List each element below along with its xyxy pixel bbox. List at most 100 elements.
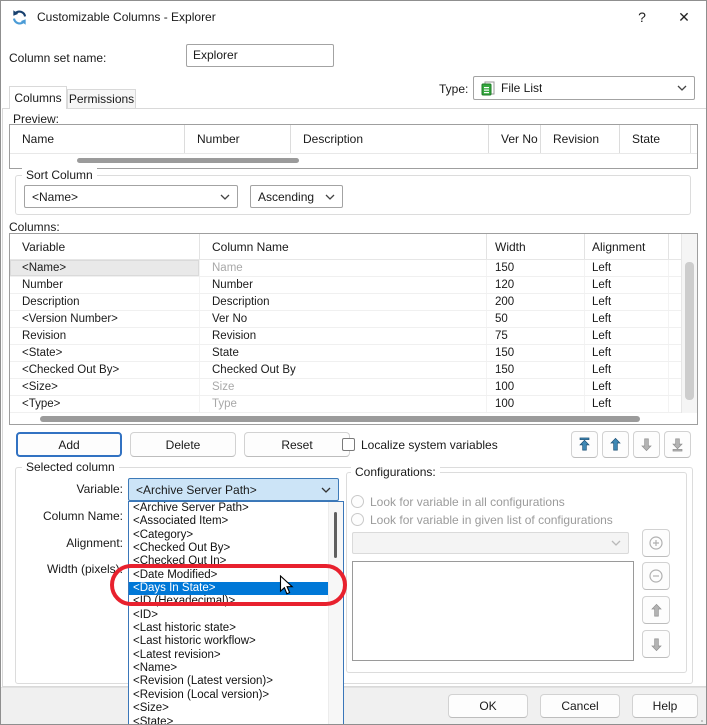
dropdown-item[interactable]: <Associated Item> xyxy=(129,515,328,528)
dropdown-scrollbar[interactable] xyxy=(328,502,343,725)
table-vscroll-thumb[interactable] xyxy=(685,262,694,400)
minus-circle-icon xyxy=(648,568,664,584)
configurations-listbox[interactable] xyxy=(352,561,634,661)
help-button[interactable]: Help xyxy=(632,694,698,718)
cell-alignment: Left xyxy=(585,294,669,310)
cell-column-name: Name xyxy=(200,260,487,276)
dropdown-item[interactable]: <Size> xyxy=(129,702,328,715)
cell-width: 100 xyxy=(487,396,585,412)
table-row[interactable]: Number Number 120 Left xyxy=(10,277,697,294)
radio-list-configurations[interactable] xyxy=(351,513,364,526)
localize-checkbox[interactable] xyxy=(342,438,355,451)
cell-variable: <Size> xyxy=(10,379,200,395)
app-sync-icon xyxy=(11,9,28,31)
cell-alignment: Left xyxy=(585,311,669,327)
columns-label: Columns: xyxy=(9,220,60,234)
resize-grip-icon[interactable] xyxy=(694,714,704,725)
dropdown-item[interactable]: <State> xyxy=(129,716,328,725)
table-row[interactable]: <State> State 150 Left xyxy=(10,345,697,362)
cell-column-name: Description xyxy=(200,294,487,310)
add-button[interactable]: Add xyxy=(16,432,122,457)
preview-col-number[interactable]: Number xyxy=(185,125,291,153)
header-alignment[interactable]: Alignment xyxy=(585,234,669,259)
dropdown-item[interactable]: <ID> xyxy=(129,609,328,622)
sort-column-group: Sort Column <Name> Ascending xyxy=(15,175,691,215)
preview-col-verno[interactable]: Ver No xyxy=(489,125,541,153)
tab-columns[interactable]: Columns xyxy=(9,86,67,109)
column-set-name-input[interactable]: Explorer xyxy=(186,44,334,67)
add-configuration-button[interactable] xyxy=(642,529,670,557)
table-row[interactable]: <Size> Size 100 Left xyxy=(10,379,697,396)
cancel-button[interactable]: Cancel xyxy=(540,694,620,718)
header-column-name[interactable]: Column Name xyxy=(200,234,487,259)
preview-col-name[interactable]: Name xyxy=(10,125,185,153)
sort-column-combobox[interactable]: <Name> xyxy=(24,185,238,208)
cell-column-name: Ver No xyxy=(200,311,487,327)
table-vscrollbar[interactable] xyxy=(681,234,697,413)
move-up-button[interactable] xyxy=(602,431,629,458)
cell-width: 150 xyxy=(487,345,585,361)
table-row[interactable]: <Type> Type 100 Left xyxy=(10,396,697,413)
header-width[interactable]: Width xyxy=(487,234,585,259)
dropdown-item[interactable]: <Name> xyxy=(129,662,328,675)
dropdown-item[interactable]: <Last historic workflow> xyxy=(129,635,328,648)
table-row[interactable]: Description Description 200 Left xyxy=(10,294,697,311)
move-down-button[interactable] xyxy=(633,431,660,458)
tab-permissions[interactable]: Permissions xyxy=(67,89,136,108)
dropdown-item[interactable]: <Archive Server Path> xyxy=(129,502,328,515)
variable-dropdown-list: <Archive Server Path> <Associated Item> … xyxy=(128,501,344,725)
cell-alignment: Left xyxy=(585,396,669,412)
preview-col-description[interactable]: Description xyxy=(291,125,489,153)
cell-width: 100 xyxy=(487,379,585,395)
table-hscroll-thumb[interactable] xyxy=(40,416,640,422)
preview-header-row: Name Number Description Ver No Revision … xyxy=(10,125,697,154)
move-to-top-button[interactable] xyxy=(571,431,598,458)
arrow-to-bottom-icon xyxy=(670,437,685,452)
configuration-up-button[interactable] xyxy=(642,596,670,624)
chevron-down-icon xyxy=(677,85,687,91)
dropdown-item[interactable]: <Last historic state> xyxy=(129,622,328,635)
dropdown-item[interactable]: <Revision (Local version)> xyxy=(129,689,328,702)
move-to-bottom-button[interactable] xyxy=(664,431,691,458)
type-combobox[interactable]: File List xyxy=(473,76,695,100)
close-button[interactable]: ✕ xyxy=(667,1,701,33)
dialog-footer: OK Cancel Help xyxy=(1,687,707,725)
dropdown-item[interactable]: <Latest revision> xyxy=(129,649,328,662)
dropdown-item[interactable]: <Category> xyxy=(129,529,328,542)
cell-width: 150 xyxy=(487,260,585,276)
table-hscrollbar[interactable] xyxy=(10,413,697,424)
configurations-combobox[interactable] xyxy=(352,532,629,554)
delete-button[interactable]: Delete xyxy=(130,432,236,457)
cell-alignment: Left xyxy=(585,277,669,293)
arrow-to-top-icon xyxy=(577,437,592,452)
dropdown-item[interactable]: <Checked Out By> xyxy=(129,542,328,555)
chevron-down-icon xyxy=(325,194,335,200)
table-row[interactable]: <Name> Name 150 Left xyxy=(10,260,697,277)
preview-col-state[interactable]: State xyxy=(620,125,691,153)
header-variable[interactable]: Variable xyxy=(10,234,200,259)
chevron-down-icon xyxy=(611,540,621,546)
width-pixels-label: Width (pixels): xyxy=(27,562,123,576)
column-name-label: Column Name: xyxy=(27,509,123,523)
ok-button[interactable]: OK xyxy=(448,694,528,718)
preview-hscroll-thumb[interactable] xyxy=(77,158,299,163)
preview-col-revision[interactable]: Revision xyxy=(541,125,620,153)
dropdown-item[interactable]: <Revision (Latest version)> xyxy=(129,675,328,688)
cell-column-name: Revision xyxy=(200,328,487,344)
configuration-down-button[interactable] xyxy=(642,630,670,658)
variable-combobox[interactable]: <Archive Server Path> xyxy=(128,478,339,501)
reset-button[interactable]: Reset xyxy=(244,432,350,457)
dropdown-scroll-thumb[interactable] xyxy=(334,512,337,558)
radio-list-label: Look for variable in given list of confi… xyxy=(370,513,613,527)
table-row[interactable]: <Version Number> Ver No 50 Left xyxy=(10,311,697,328)
table-row[interactable]: Revision Revision 75 Left xyxy=(10,328,697,345)
help-titlebar-button[interactable]: ? xyxy=(625,1,659,33)
radio-all-configurations[interactable] xyxy=(351,495,364,508)
cell-column-name: Number xyxy=(200,277,487,293)
annotation-ellipse xyxy=(110,564,347,606)
preview-hscrollbar[interactable] xyxy=(10,154,697,167)
cell-column-name: State xyxy=(200,345,487,361)
sort-order-combobox[interactable]: Ascending xyxy=(250,185,343,208)
table-row[interactable]: <Checked Out By> Checked Out By 150 Left xyxy=(10,362,697,379)
remove-configuration-button[interactable] xyxy=(642,562,670,590)
